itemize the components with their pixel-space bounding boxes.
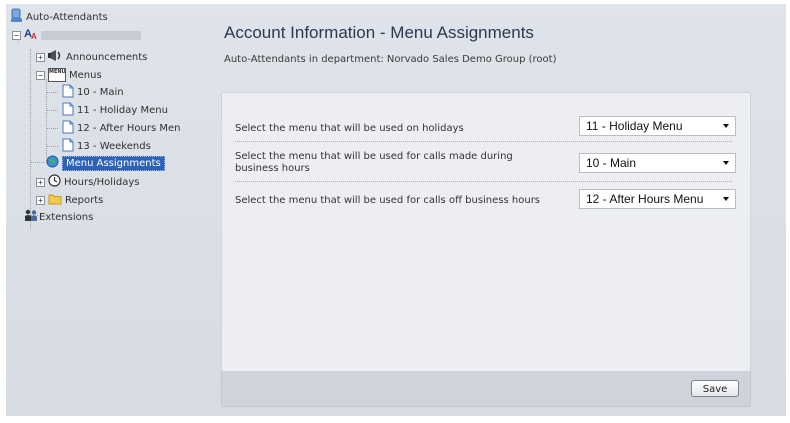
main-content: Account Information - Menu Assignments A…	[212, 4, 786, 416]
tree-item-label: Extensions	[39, 211, 94, 223]
folder-icon	[48, 193, 62, 208]
tree-item-auto-attendants[interactable]: Auto-Attendants	[10, 8, 108, 26]
tree-item-label: Auto-Attendants	[26, 11, 108, 23]
font-icon: A A	[24, 27, 38, 43]
phone-icon	[10, 8, 23, 26]
row-divider	[235, 141, 732, 142]
business-hours-menu-select[interactable]: 10 - Main	[579, 153, 736, 173]
tree-item-label: 13 - Weekends	[77, 140, 151, 152]
chevron-down-icon	[723, 124, 729, 128]
row-label: Select the menu that will be used for ca…	[235, 195, 541, 206]
tree-item-label: Menu Assignments	[62, 155, 165, 171]
users-icon	[24, 209, 38, 225]
account-name-redacted	[41, 30, 141, 40]
tree-guide	[46, 146, 58, 147]
tree-guide	[46, 110, 58, 111]
expand-toggle[interactable]: +	[36, 177, 45, 187]
chevron-down-icon	[723, 197, 729, 201]
tree-item-label: Reports	[65, 194, 104, 206]
select-value: 10 - Main	[586, 156, 637, 170]
tree-item-menu[interactable]: 10 - Main	[62, 84, 124, 100]
clock-icon	[48, 174, 61, 190]
save-button[interactable]: Save	[691, 380, 739, 397]
tree-item-menu-assignments[interactable]: Menu Assignments	[46, 155, 165, 171]
document-icon	[62, 84, 74, 101]
tree-item-label: Hours/Holidays	[64, 176, 140, 188]
tree-item-menu[interactable]: 13 - Weekends	[62, 138, 151, 154]
department-line: Auto-Attendants in department: Norvado S…	[224, 54, 557, 65]
tree-item-label: 11 - Holiday Menu	[77, 104, 168, 116]
row-label: Select the menu that will be used on hol…	[235, 123, 464, 134]
assignment-row-holidays: Select the menu that will be used on hol…	[235, 114, 736, 142]
menu-icon-text: MENU	[49, 69, 66, 75]
expand-toggle[interactable]: +	[36, 52, 45, 62]
off-hours-menu-select[interactable]: 12 - After Hours Menu	[579, 189, 736, 209]
tree-item-label: Menus	[69, 69, 102, 81]
navigation-tree: Auto-Attendants − A A + Announcements − …	[6, 4, 212, 416]
document-icon	[62, 102, 74, 119]
tree-item-hours-holidays[interactable]: + Hours/Holidays	[36, 174, 139, 190]
tree-item-label: 12 - After Hours Men	[77, 122, 181, 134]
tree-item-label: Announcements	[66, 51, 148, 63]
document-icon	[62, 120, 74, 137]
expand-toggle[interactable]: +	[36, 195, 45, 205]
select-value: 11 - Holiday Menu	[586, 119, 683, 133]
assignment-row-off-hours: Select the menu that will be used for ca…	[235, 188, 736, 214]
tree-item-menu[interactable]: 11 - Holiday Menu	[62, 102, 168, 118]
tree-item-menus[interactable]: − MENU Menus	[36, 67, 102, 83]
tree-item-reports[interactable]: + Reports	[36, 192, 103, 208]
page-title: Account Information - Menu Assignments	[224, 23, 534, 42]
svg-text:A: A	[31, 32, 37, 40]
document-icon	[62, 138, 74, 155]
collapse-toggle[interactable]: −	[12, 30, 21, 40]
app-frame: Auto-Attendants − A A + Announcements − …	[6, 4, 786, 416]
chevron-down-icon	[723, 161, 729, 165]
tree-item-announcements[interactable]: + Announcements	[36, 49, 147, 65]
tree-guide	[30, 49, 31, 229]
globe-icon	[46, 155, 59, 171]
tree-item-menu[interactable]: 12 - After Hours Men	[62, 120, 180, 136]
assignment-row-business-hours: Select the menu that will be used for ca…	[235, 148, 736, 182]
row-divider	[235, 181, 732, 182]
holiday-menu-select[interactable]: 11 - Holiday Menu	[579, 116, 736, 136]
tree-item-label: 10 - Main	[77, 86, 124, 98]
tree-guide	[30, 162, 44, 163]
tree-item-account[interactable]: − A A	[12, 27, 141, 43]
row-label: Select the menu that will be used for ca…	[235, 151, 513, 174]
panel-footer: Save	[221, 371, 751, 407]
megaphone-icon	[48, 49, 63, 65]
tree-item-extensions[interactable]: Extensions	[24, 209, 93, 225]
tree-guide	[46, 128, 58, 129]
assignments-panel: Select the menu that will be used on hol…	[221, 92, 751, 373]
menu-icon: MENU	[48, 68, 66, 82]
tree-guide	[46, 92, 58, 93]
collapse-toggle[interactable]: −	[36, 70, 45, 80]
select-value: 12 - After Hours Menu	[586, 192, 704, 206]
